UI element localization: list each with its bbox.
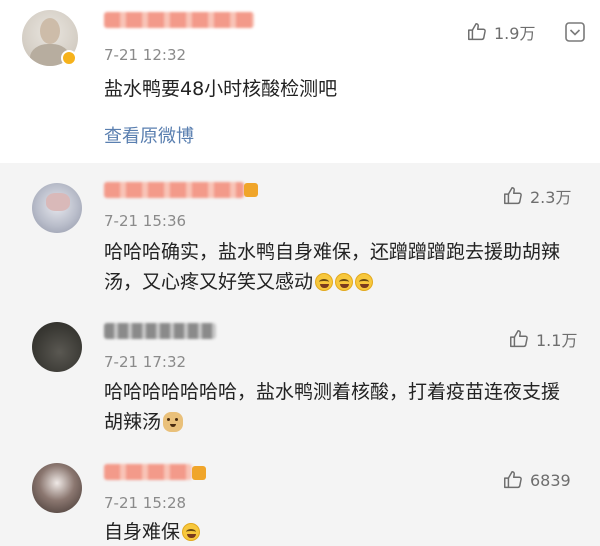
thumbs-up-icon <box>504 187 522 205</box>
username-blurred[interactable] <box>104 182 244 198</box>
post-text: 盐水鸭要48小时核酸检测吧 <box>104 78 338 100</box>
laugh-cry-emoji-icon <box>182 523 201 541</box>
main-post: 7-21 12:32 盐水鸭要48小时核酸检测吧 查看原微博 1.9万 <box>0 0 600 163</box>
reply-time: 7-21 17:32 <box>104 353 187 371</box>
username-blurred[interactable] <box>104 464 192 480</box>
like-count: 1.9万 <box>494 24 536 43</box>
medal-icon <box>244 183 258 197</box>
doge-emoji-icon <box>163 412 184 432</box>
username-blurred[interactable] <box>104 12 254 28</box>
thumbs-up-icon <box>510 330 528 348</box>
laugh-cry-emoji-icon <box>315 273 334 291</box>
reply-time: 7-21 15:36 <box>104 212 187 230</box>
reply-time: 7-21 15:28 <box>104 494 187 512</box>
avatar[interactable] <box>32 183 82 233</box>
avatar[interactable] <box>32 463 82 513</box>
like-button[interactable]: 2.3万 <box>502 184 571 208</box>
like-button[interactable]: 6839 <box>502 469 571 491</box>
avatar[interactable] <box>32 322 82 372</box>
like-count: 1.1万 <box>536 331 578 350</box>
chevron-down-icon[interactable] <box>565 22 585 42</box>
like-count: 6839 <box>530 470 571 490</box>
view-original-link[interactable]: 查看原微博 <box>104 122 194 148</box>
reply-text: 哈哈哈哈哈哈哈，盐水鸭测着核酸，打着疫苗连夜支援胡辣汤 <box>104 381 561 433</box>
like-button[interactable]: 1.9万 <box>466 20 535 44</box>
thumbs-up-icon <box>504 471 522 489</box>
username-blurred[interactable] <box>104 323 216 339</box>
reply-text: 哈哈哈确实，盐水鸭自身难保，还蹭蹭蹭跑去援助胡辣汤，又心疼又好笑又感动 <box>104 241 561 293</box>
post-time: 7-21 12:32 <box>104 46 187 64</box>
like-count: 2.3万 <box>530 188 572 207</box>
verified-badge-icon <box>61 50 77 66</box>
medal-icon <box>192 466 206 480</box>
like-button[interactable]: 1.1万 <box>508 327 577 351</box>
reply-text: 自身难保 <box>104 517 201 546</box>
laugh-cry-emoji-icon <box>355 273 374 291</box>
laugh-cry-emoji-icon <box>335 273 354 291</box>
thumbs-up-icon <box>468 23 486 41</box>
